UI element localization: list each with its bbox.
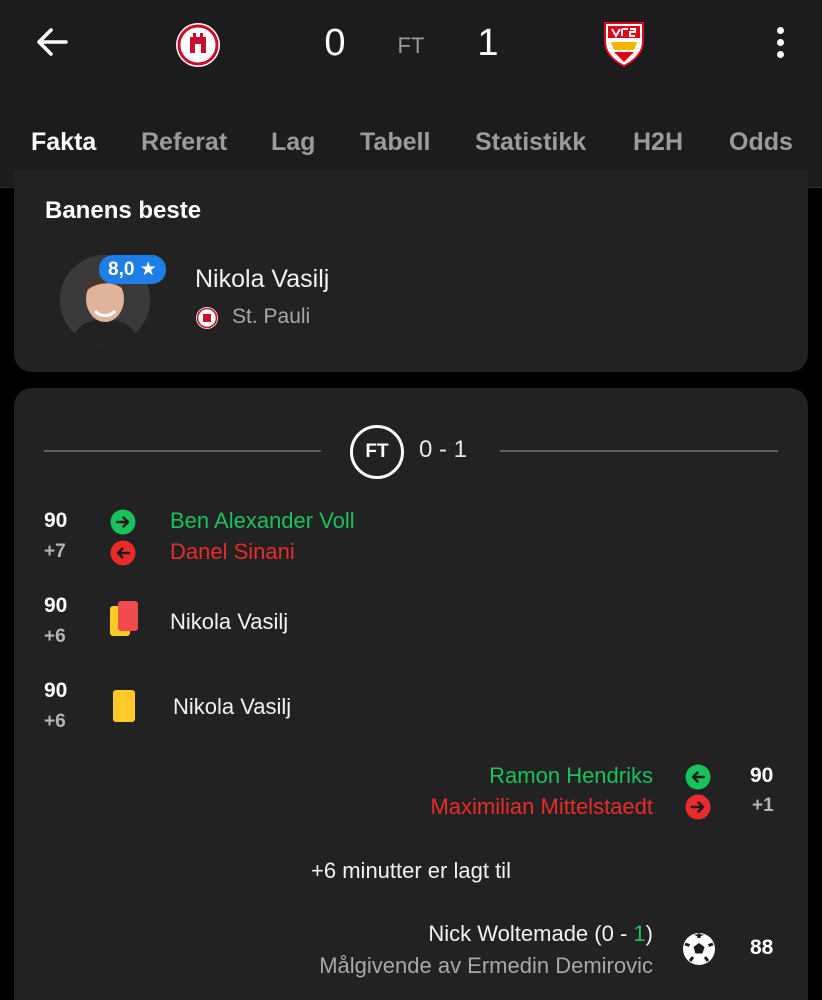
tab-h2h[interactable]: H2H [633,128,683,157]
match-header: 0 FT 1 Fakta Referat Lag Tabell Statisti… [0,0,822,188]
player-rating-badge: 8,0 ★ [99,255,166,284]
yellow-card-icon [113,690,135,722]
away-score: 1 [477,22,499,64]
sub-out-player[interactable]: Danel Sinani [170,539,295,565]
event-minute: 90 [44,594,68,617]
match-events-card: FT 0 - 1 90 +7 Ben Alexander Voll Danel … [14,388,808,1000]
event-added-time: +1 [752,795,774,816]
sub-out-player[interactable]: Maximilian Mittelstaedt [430,794,653,820]
section-title: Banens beste [45,197,202,224]
more-options-icon[interactable] [768,24,792,60]
tab-lag[interactable]: Lag [271,128,315,157]
tab-tabell[interactable]: Tabell [360,128,430,157]
sub-in-arrow-icon [685,764,711,790]
player-name[interactable]: Nikola Vasilj [195,265,329,294]
st-pauli-crest-icon[interactable] [175,22,221,68]
event-added-time: +6 [44,626,66,647]
divider-line [44,450,321,452]
fulltime-score: 0 - 1 [419,436,468,463]
event-minute: 90 [44,679,68,702]
tab-odds[interactable]: Odds [729,128,793,157]
event-added-time: +6 [44,711,66,732]
booked-player[interactable]: Nikola Vasilj [173,694,291,720]
goal-scorer[interactable]: Nick Woltemade (0 - 1) [428,921,653,947]
sub-out-arrow-icon [685,794,711,820]
fulltime-badge: FT [350,425,404,479]
event-minute: 90 [750,764,774,787]
vfb-stuttgart-crest-icon[interactable] [602,20,646,68]
st-pauli-crest-icon [196,307,218,329]
tab-referat[interactable]: Referat [141,128,227,157]
tab-statistikk[interactable]: Statistikk [475,128,586,157]
player-of-the-match-card[interactable]: Banens beste 8,0 ★ Nikola Vasilj St. Pau… [14,170,808,372]
added-time-info: +6 minutter er lagt til [311,858,511,883]
sub-in-player[interactable]: Ramon Hendriks [489,763,653,789]
event-minute: 90 [44,509,68,532]
match-tabs: Fakta Referat Lag Tabell Statistikk H2H … [0,128,822,168]
second-yellow-card-icon [110,601,138,636]
home-score: 0 [324,22,346,64]
sub-in-player[interactable]: Ben Alexander Voll [170,508,355,534]
booked-player[interactable]: Nikola Vasilj [170,609,288,635]
back-arrow-icon[interactable] [32,22,72,62]
football-icon [683,933,715,965]
goal-assist: Målgivende av Ermedin Demirovic [319,953,653,978]
event-minute: 88 [750,936,774,959]
sub-out-arrow-icon [110,540,136,566]
match-status: FT [397,33,425,58]
event-added-time: +7 [44,541,66,562]
tab-fakta[interactable]: Fakta [31,128,96,157]
player-team: St. Pauli [232,305,311,328]
divider-line [500,450,778,452]
sub-in-arrow-icon [110,509,136,535]
